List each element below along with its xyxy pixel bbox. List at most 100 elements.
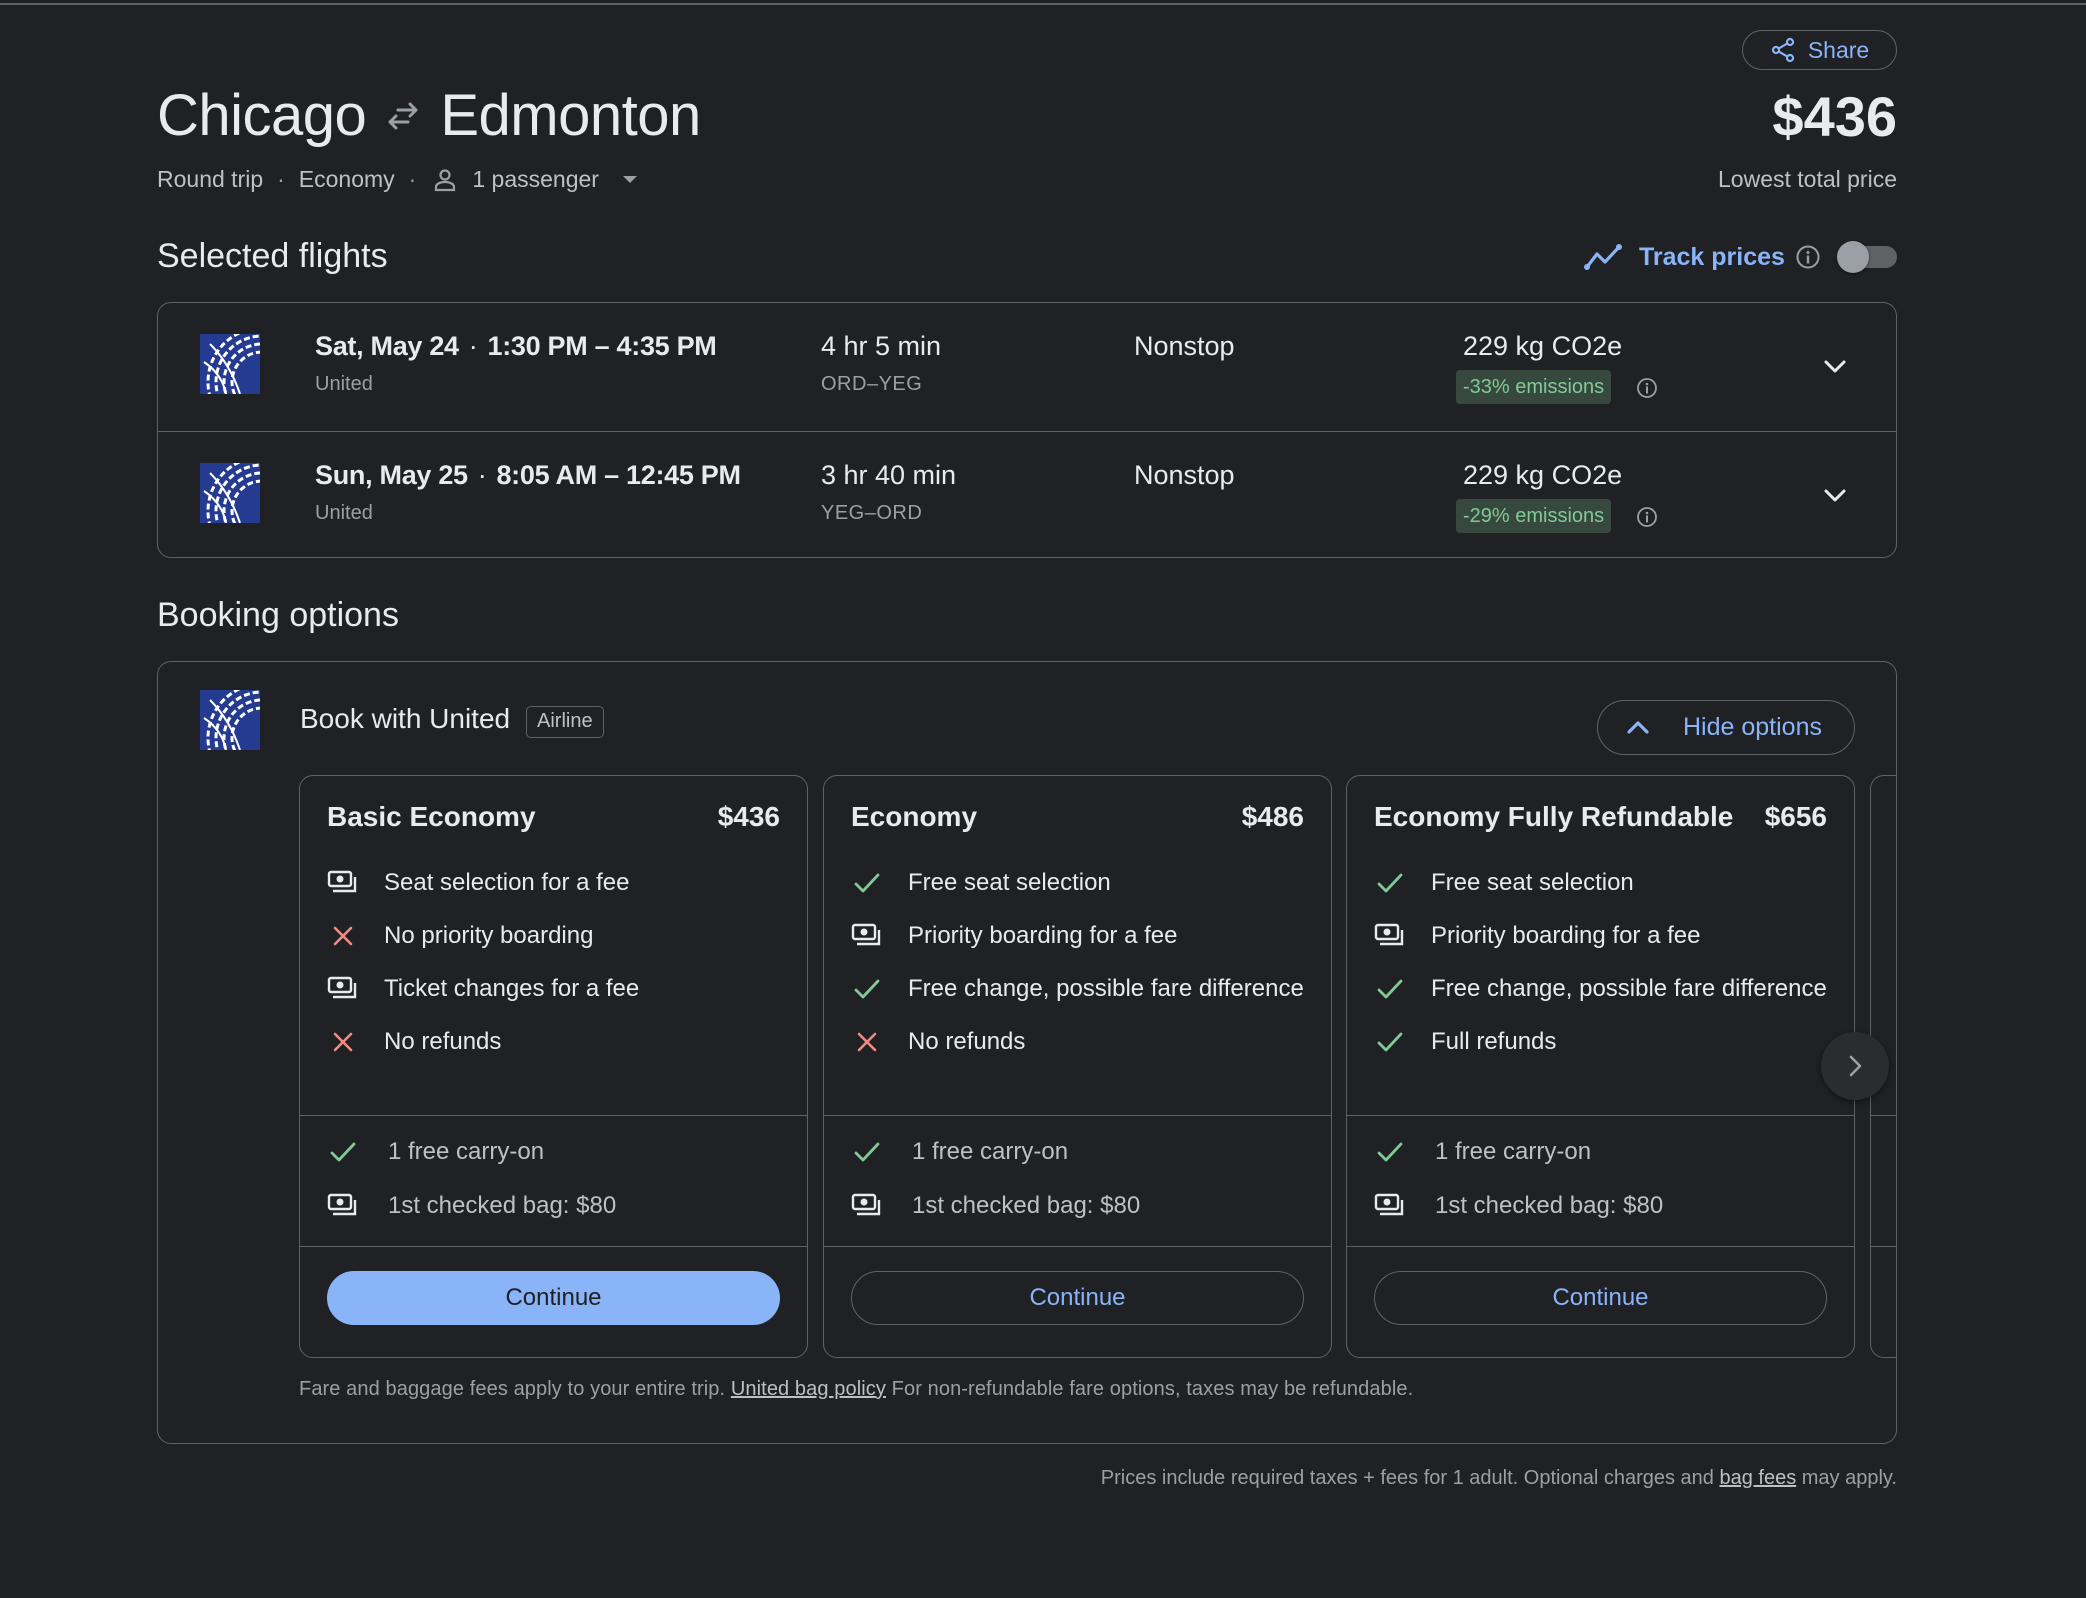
baggage-item: 1st checked bag: $80 (851, 1189, 1140, 1223)
continue-button[interactable]: Continue (327, 1271, 780, 1325)
fare-feature: No refunds (851, 1025, 1311, 1059)
money-icon (1374, 1189, 1406, 1223)
person-icon (432, 167, 458, 193)
money-icon (851, 1189, 883, 1223)
feature-text: Ticket changes for a fee (384, 975, 640, 1002)
baggage-text: 1st checked bag: $80 (1435, 1192, 1664, 1219)
emissions-badge: -33% emissions (1456, 370, 1612, 404)
flight-time: Sun, May 25 · 8:05 AM – 12:45 PM (315, 460, 741, 490)
baggage-item: 1 free carry-on (1374, 1135, 1663, 1169)
united-logo (200, 690, 260, 750)
feature-text: Seat selection for a fee (384, 869, 630, 896)
fare-price: $486 (1241, 801, 1304, 832)
trend-line-icon (1584, 244, 1622, 270)
booking-provider: Book with United (300, 703, 511, 734)
info-icon[interactable] (1636, 506, 1658, 528)
money-icon (327, 972, 359, 1006)
baggage-item: 1 free carry-on (327, 1135, 616, 1169)
provider-tag: Airline (526, 706, 604, 738)
fare-feature: No priority boarding (327, 919, 787, 953)
continue-button[interactable]: Continue (851, 1271, 1304, 1325)
next-fares-button[interactable] (1821, 1032, 1889, 1100)
fare-feature: Ticket changes for a fee (327, 972, 787, 1006)
fare-card: Basic Economy $436 Seat selection for a fe… (299, 775, 808, 1358)
hide-options-label: Hide options (1683, 713, 1822, 741)
trip-type: Round trip (157, 166, 264, 192)
divider (1347, 1246, 1854, 1247)
share-button[interactable]: Share (1742, 30, 1897, 70)
track-prices-toggle[interactable] (1837, 241, 1897, 273)
chevron-right-icon (1849, 1055, 1862, 1077)
fare-features: Seat selection for a fee No priority boar… (327, 866, 787, 1078)
divider (1347, 1115, 1854, 1116)
fare-card: Economy Fully Refundable $656 Free seat se… (1346, 775, 1855, 1358)
feature-text: Free seat selection (908, 869, 1111, 896)
baggage-list: 1 free carry-on 1st checked bag: $80 (327, 1135, 616, 1243)
flight-emissions: 229 kg CO2e (1463, 460, 1623, 490)
chevron-down-icon[interactable] (1820, 351, 1850, 381)
chevron-down-icon[interactable] (1820, 480, 1850, 510)
track-prices-label: Track prices (1639, 242, 1785, 271)
dropdown-caret-icon (622, 176, 637, 183)
route-title: Chicago Edmonton (157, 82, 701, 149)
flight-route: ORD–YEG (821, 373, 923, 395)
united-logo (200, 463, 260, 523)
flight-emissions: 229 kg CO2e (1463, 331, 1623, 361)
track-prices[interactable]: Track prices (1583, 242, 1821, 272)
cabin-class: Economy (298, 166, 395, 192)
money-icon (327, 866, 359, 900)
flight-airline: United (315, 502, 373, 524)
selected-flights-heading: Selected flights (157, 237, 388, 275)
feature-text: Full refunds (1431, 1028, 1557, 1055)
money-icon (1374, 919, 1406, 953)
fare-name: Economy (851, 801, 978, 832)
fare-header: Basic Economy $436 (327, 801, 780, 833)
feature-text: Free seat selection (1431, 869, 1634, 896)
flight-row[interactable]: Sat, May 24 · 1:30 PM – 4:35 PM United 4 h… (158, 303, 1896, 430)
money-icon (327, 1189, 359, 1223)
flight-duration: 3 hr 40 min (821, 460, 957, 490)
baggage-text: 1 free carry-on (388, 1138, 545, 1165)
bag-fees-link[interactable]: bag fees (1719, 1467, 1796, 1489)
chevron-up-icon (1627, 720, 1649, 734)
checkmark-icon (1374, 1135, 1406, 1169)
divider (824, 1115, 1331, 1116)
passenger-count: 1 passenger (472, 166, 599, 192)
lowest-price-label: Lowest total price (1718, 166, 1897, 192)
fare-name: Basic Economy (327, 801, 536, 832)
top-divider (0, 3, 2086, 5)
swap-arrows-icon (386, 101, 420, 131)
feature-text: Priority boarding for a fee (908, 922, 1178, 949)
checkmark-icon (1374, 1025, 1406, 1059)
flight-duration: 4 hr 5 min (821, 331, 942, 361)
separator-dot: · (408, 166, 417, 192)
fare-feature: Free change, possible fare difference (851, 972, 1311, 1006)
info-icon[interactable] (1636, 377, 1658, 399)
hide-options-button[interactable]: Hide options (1597, 700, 1855, 755)
feature-text: No priority boarding (384, 922, 594, 949)
fare-price: $656 (1764, 801, 1827, 832)
bag-policy-link[interactable]: United bag policy (731, 1378, 886, 1400)
continue-button[interactable]: Continue (1374, 1271, 1827, 1325)
baggage-text: 1st checked bag: $80 (912, 1192, 1141, 1219)
info-icon[interactable] (1795, 244, 1821, 270)
passenger-selector[interactable]: 1 passenger (430, 166, 637, 193)
lowest-total-price: $436 (1772, 85, 1897, 148)
fare-header: Economy Fully Refundable $656 (1374, 801, 1827, 833)
checkmark-icon (1374, 972, 1406, 1006)
origin-city: Chicago (157, 83, 367, 148)
checkmark-icon (1374, 866, 1406, 900)
feature-text: No refunds (908, 1028, 1026, 1055)
flight-row[interactable]: Sun, May 25 · 8:05 AM – 12:45 PM United 3 … (158, 431, 1896, 558)
booking-options-card: Book with United Airline Hide options Ba… (157, 661, 1897, 1444)
baggage-item: 1 free carry-on (851, 1135, 1140, 1169)
close-x-icon (327, 919, 359, 953)
share-label: Share (1807, 36, 1870, 63)
divider (300, 1246, 807, 1247)
share-icon (1771, 37, 1794, 63)
fare-feature: No refunds (327, 1025, 787, 1059)
checkmark-icon (851, 972, 883, 1006)
booking-options-heading: Booking options (157, 596, 399, 634)
fare-features: Free seat selection Priority boarding for… (1374, 866, 1834, 1078)
united-logo (200, 334, 260, 394)
